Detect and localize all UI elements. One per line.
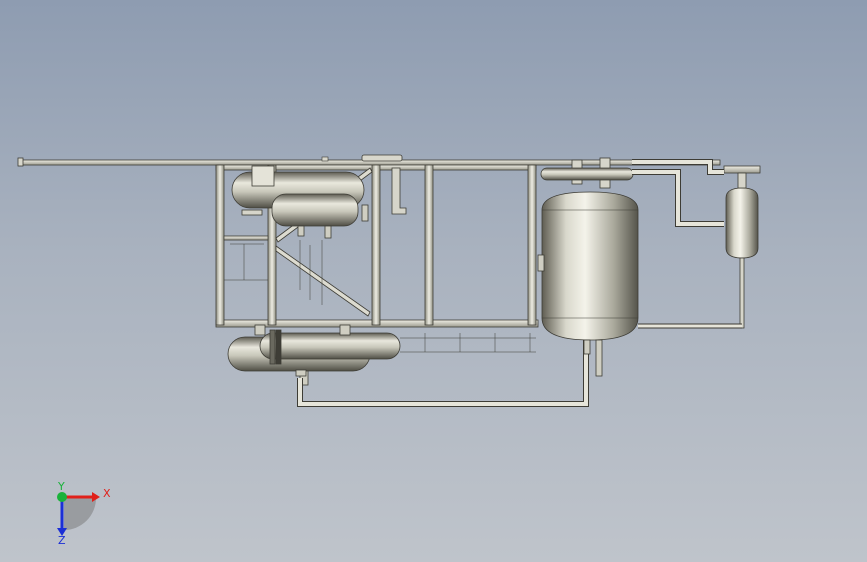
cad-viewport[interactable]: X Y Z [0,0,867,562]
x-axis-label: X [103,487,111,500]
y-axis-dot [57,492,67,502]
z-axis-label: Z [58,534,66,547]
orientation-triad: X Y Z [57,480,111,547]
y-axis-label: Y [57,480,65,493]
triad-shadow [64,498,96,530]
